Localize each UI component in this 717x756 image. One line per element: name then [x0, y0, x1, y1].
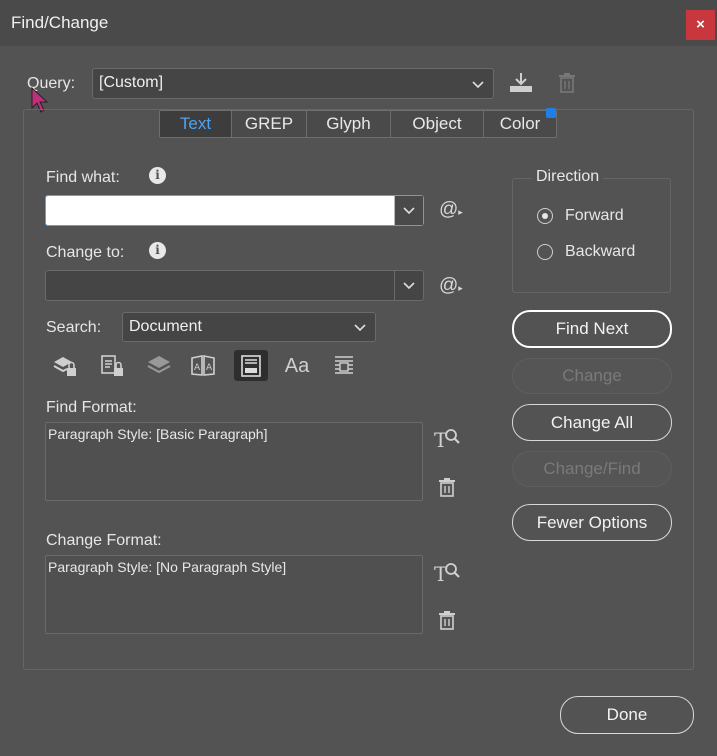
- tab-text[interactable]: Text: [160, 111, 232, 137]
- close-button[interactable]: ×: [686, 10, 715, 40]
- change-find-button[interactable]: Change/Find: [512, 451, 672, 487]
- clear-find-format-icon[interactable]: [437, 477, 457, 497]
- change-to-history-button[interactable]: [394, 271, 423, 300]
- backward-radio[interactable]: [537, 244, 553, 260]
- find-what-history-button[interactable]: [394, 196, 423, 225]
- change-format-box[interactable]: Paragraph Style: [No Paragraph Style]: [45, 555, 423, 634]
- info-icon[interactable]: i: [149, 242, 166, 259]
- footnotes-icon[interactable]: [234, 350, 268, 381]
- special-characters-find-icon[interactable]: @▸: [439, 199, 463, 221]
- specify-find-format-icon[interactable]: T: [433, 425, 461, 451]
- query-dropdown[interactable]: [Custom]: [92, 68, 494, 99]
- clear-change-format-icon[interactable]: [437, 610, 457, 630]
- color-tab-indicator: [546, 108, 556, 118]
- change-button[interactable]: Change: [512, 358, 672, 394]
- info-icon[interactable]: i: [149, 167, 166, 184]
- locked-layers-icon[interactable]: [50, 351, 80, 381]
- change-format-label: Change Format:: [46, 532, 162, 549]
- chevron-down-icon: [472, 81, 484, 89]
- tab-object[interactable]: Object: [391, 111, 484, 137]
- special-characters-change-icon[interactable]: @▸: [439, 275, 463, 297]
- locked-stories-icon[interactable]: [97, 351, 127, 381]
- find-format-box[interactable]: Paragraph Style: [Basic Paragraph]: [45, 422, 423, 501]
- trash-icon[interactable]: [557, 72, 577, 94]
- chevron-down-icon: [403, 207, 415, 215]
- change-all-button[interactable]: Change All: [512, 404, 672, 441]
- svg-text:T: T: [434, 428, 448, 451]
- change-format-value: Paragraph Style: [No Paragraph Style]: [48, 559, 287, 575]
- tab-grep[interactable]: GREP: [232, 111, 307, 137]
- find-what-label: Find what:: [46, 169, 120, 186]
- svg-text:T: T: [434, 562, 448, 585]
- whole-word-icon[interactable]: [329, 351, 359, 381]
- search-label: Search:: [46, 319, 102, 336]
- change-to-input[interactable]: [45, 270, 424, 301]
- done-button[interactable]: Done: [560, 696, 694, 734]
- master-pages-icon[interactable]: AA: [188, 351, 218, 381]
- change-to-label: Change to:: [46, 244, 125, 261]
- find-what-input[interactable]: [45, 195, 424, 226]
- forward-label[interactable]: Forward: [565, 207, 624, 225]
- chevron-down-icon: [403, 282, 415, 290]
- query-value: [Custom]: [99, 74, 164, 91]
- specify-change-format-icon[interactable]: T: [433, 559, 461, 585]
- chevron-down-icon: [354, 324, 366, 332]
- direction-group: [512, 178, 671, 293]
- direction-label: Direction: [532, 168, 604, 186]
- find-format-label: Find Format:: [46, 399, 137, 416]
- forward-radio[interactable]: [537, 208, 553, 224]
- svg-text:A: A: [194, 363, 201, 373]
- tab-glyph[interactable]: Glyph: [307, 111, 391, 137]
- fewer-options-button[interactable]: Fewer Options: [512, 504, 672, 541]
- hidden-layers-icon[interactable]: [144, 351, 174, 381]
- backward-label[interactable]: Backward: [565, 243, 635, 261]
- case-sensitive-icon[interactable]: Aa: [282, 351, 312, 381]
- find-format-value: Paragraph Style: [Basic Paragraph]: [48, 426, 268, 442]
- search-scope-value: Document: [129, 318, 202, 335]
- save-query-icon[interactable]: [508, 72, 534, 94]
- search-scope-dropdown[interactable]: Document: [122, 312, 376, 342]
- svg-text:A: A: [206, 363, 213, 373]
- find-next-button[interactable]: Find Next: [512, 310, 672, 348]
- window-title: Find/Change: [11, 13, 109, 32]
- tab-bar: Text GREP Glyph Object Color: [159, 110, 557, 138]
